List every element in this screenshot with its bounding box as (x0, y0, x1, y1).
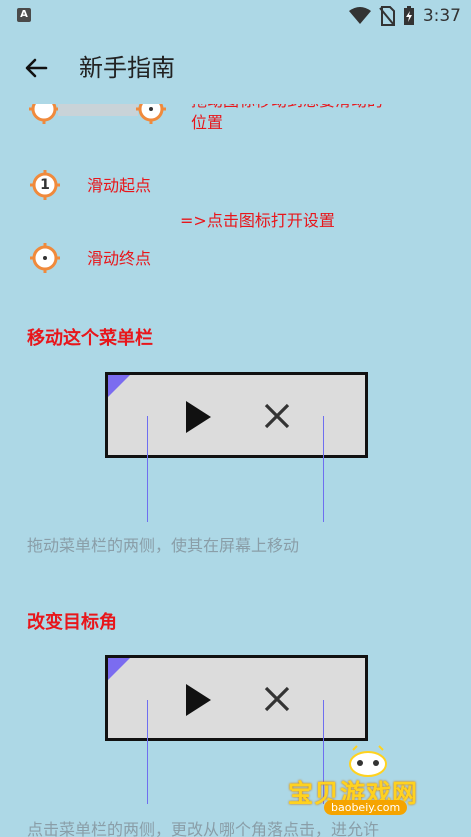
swipe-start-label: 滑动起点 (87, 176, 152, 195)
status-time: 3:37 (422, 6, 461, 26)
right-side-pointer (323, 416, 324, 522)
notification-icon: A (17, 8, 31, 22)
play-icon[interactable] (183, 399, 213, 435)
swipe-start-marker[interactable]: 1 (30, 170, 60, 200)
swipe-end-marker[interactable] (30, 243, 60, 273)
drag-icon-hint: 拖动图标移动到想要滑动的 位置 (191, 104, 383, 134)
play-icon[interactable] (183, 682, 213, 718)
close-icon[interactable] (261, 683, 293, 715)
swipe-track (58, 104, 138, 116)
no-sim-icon (379, 6, 395, 26)
swipe-end-target-icon (136, 104, 166, 124)
watermark-url: baobeiy.com (324, 800, 408, 815)
swipe-start-number: 1 (40, 177, 50, 193)
change-corner-caption: 点击菜单栏的两侧，更改从哪个角落点击，进允许 (27, 820, 380, 837)
left-side-pointer (147, 700, 148, 804)
status-icons: 3:37 (348, 4, 461, 28)
page-title: 新手指南 (79, 54, 175, 82)
open-settings-hint: =>点击图标打开设置 (180, 211, 335, 230)
site-watermark: 宝贝游戏网 baobeiy.com (288, 744, 448, 819)
left-side-pointer (147, 416, 148, 522)
menu-bar-corner-example[interactable] (105, 655, 368, 741)
wifi-icon (348, 7, 371, 24)
swipe-start-target-icon (29, 104, 59, 124)
app-bar: 新手指南 (0, 32, 471, 104)
arrow-left-icon[interactable] (20, 52, 52, 84)
battery-charging-icon (403, 6, 414, 25)
target-corner-indicator (108, 375, 130, 397)
drag-icon-hint-line2: 位置 (191, 113, 224, 132)
status-bar: A 3:37 (0, 0, 471, 32)
move-menu-heading: 移动这个菜单栏 (27, 328, 153, 349)
close-icon[interactable] (261, 400, 293, 432)
change-corner-heading: 改变目标角 (27, 612, 117, 633)
move-menu-caption: 拖动菜单栏的两侧，使其在屏幕上移动 (27, 536, 300, 555)
swipe-end-label: 滑动终点 (87, 249, 152, 268)
menu-bar-example[interactable] (105, 372, 368, 458)
drag-icon-hint-line1: 拖动图标移动到想要滑动的 (191, 104, 383, 112)
guide-content[interactable]: 拖动图标移动到想要滑动的 位置 1 滑动起点 =>点击图标打开设置 滑动终点 移… (0, 104, 471, 837)
target-corner-indicator (108, 658, 130, 680)
gamepad-mascot-icon (349, 745, 387, 777)
